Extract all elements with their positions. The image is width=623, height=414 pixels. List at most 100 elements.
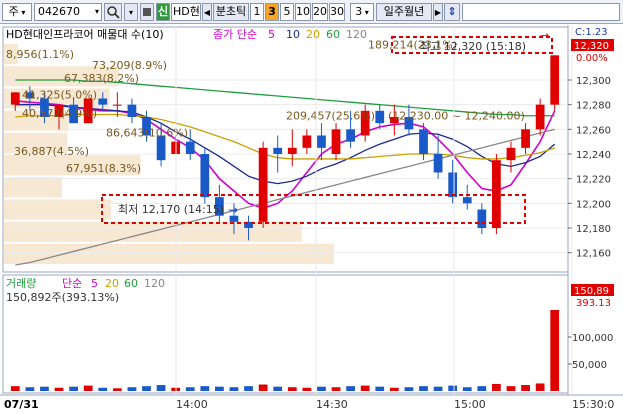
volume-bar [229, 387, 239, 391]
y-tick-label: 12,200 [576, 199, 611, 210]
volume-bar [433, 386, 443, 391]
interval-3-button[interactable]: 3 [265, 3, 279, 21]
candle-body [419, 129, 428, 154]
x-tick-label: 14:30 [316, 398, 348, 411]
current-label: C:1.23 [575, 27, 608, 38]
volume-bar [419, 386, 428, 391]
volume-profile-bar [4, 199, 111, 220]
range-button[interactable]: 일주월년 [376, 3, 432, 21]
low-note: 최저 12,170 (14:15) [118, 203, 224, 216]
volume-bar [98, 387, 108, 391]
interval-type-button[interactable]: 분초틱 [213, 3, 249, 21]
stock-code-value: 042670 [38, 5, 80, 18]
y-tick-label: 12,160 [576, 249, 611, 260]
volume-bar [506, 386, 516, 391]
volume-bar [83, 385, 93, 391]
blank-input[interactable] [462, 3, 620, 21]
search-icon[interactable] [104, 3, 122, 21]
x-tick-label: 15:30:0 [572, 398, 614, 411]
volume-profile-label: 209,457(25.6%) [286, 110, 375, 123]
volume-profile-label: 40,572(4.9%) [22, 107, 97, 120]
period-select[interactable]: 3 ▾ [350, 3, 374, 21]
market-select[interactable]: 주 ▾ [2, 3, 32, 21]
candle-body [317, 135, 326, 148]
volume-profile-label: 67,383(8.2%) [64, 72, 139, 85]
interval-20-button[interactable]: 20 [312, 3, 328, 21]
chart-area: 8,956(1.1%) 73,209(8.9%)67,383(8.2%) 41,32… [0, 25, 623, 414]
candle-body [506, 147, 516, 161]
volume-bar [215, 386, 224, 391]
candle-body [287, 147, 297, 154]
y-tick-label: 12,280 [576, 101, 611, 112]
candle-body [462, 197, 472, 204]
current-ratio: 393.13 [576, 298, 611, 309]
volume-ma-60: 60 [124, 277, 138, 290]
volume-bar [10, 386, 20, 391]
ma-period-60: 60 [326, 28, 340, 41]
candle-body [375, 110, 385, 124]
x-tick-label: 15:00 [454, 398, 486, 411]
y-tick-label: 12,260 [576, 125, 611, 136]
prev-arrow-icon[interactable]: ◀ [202, 3, 212, 21]
volume-bar [346, 386, 355, 391]
candle-body [200, 154, 210, 198]
candle-body [433, 154, 443, 173]
volume-bar [389, 387, 399, 391]
volume-value-note: 150,892주(393.13%) [6, 291, 119, 304]
volume-bar [258, 384, 268, 391]
volume-profile-bar [4, 243, 334, 264]
candle-body [127, 104, 137, 117]
volume-ma-label: 단순 [62, 277, 82, 290]
volume-bar [156, 385, 166, 391]
volume-profile-label: 36,887(4.5%) [14, 145, 89, 158]
volume-bar [492, 383, 501, 391]
candle-body [98, 98, 108, 105]
dropdown-icon[interactable]: ▾ [124, 3, 138, 21]
market-label: 주 [8, 5, 19, 18]
stock-code-input[interactable]: 042670 ▾ [34, 3, 102, 21]
volume-bar [360, 385, 370, 391]
candle-body [10, 92, 20, 105]
updown-arrow-icon[interactable]: ⇕ [444, 3, 460, 21]
stop-icon[interactable] [140, 3, 154, 21]
interval-5-button[interactable]: 5 [280, 3, 294, 21]
volume-tick-label: 50,000 [572, 360, 607, 371]
y-tick-label: 12,180 [576, 224, 611, 235]
volume-bar [200, 386, 210, 391]
high-note: 최고 12,320 (15:18) [420, 40, 526, 53]
candle-body [477, 209, 487, 228]
interval-30-button[interactable]: 30 [329, 3, 345, 21]
volume-profile-range: (12,230.00 ~ 12,240.00) [388, 110, 525, 123]
volume-bar [142, 386, 151, 391]
y-tick-label: 12,300 [576, 76, 611, 87]
y-tick-label: 12,220 [576, 175, 611, 186]
interval-10-button[interactable]: 10 [295, 3, 311, 21]
volume-profile-label: 41,325(5.0%) [22, 89, 97, 102]
volume-bar [273, 386, 283, 391]
volume-bar [375, 386, 385, 391]
volume-ma-120: 120 [144, 277, 165, 290]
volume-bar [404, 387, 414, 391]
volume-bar [244, 386, 253, 391]
candle-body [448, 172, 458, 198]
interval-1-button[interactable]: 1 [250, 3, 264, 21]
change-pct: 0.00% [576, 53, 608, 64]
ma-label: 종가 단순 [213, 28, 257, 41]
volume-bar [112, 388, 122, 391]
low-arrow-icon: → [228, 203, 238, 217]
volume-bar [287, 387, 297, 391]
volume-bar [69, 386, 78, 391]
candle-body [185, 141, 195, 154]
volume-bar [331, 387, 341, 391]
candle-body [535, 104, 545, 130]
signal-button[interactable]: 신 [156, 3, 170, 21]
volume-bar [54, 387, 64, 391]
volume-bar [535, 383, 545, 391]
candle-body [331, 129, 341, 154]
volume-bar [317, 386, 326, 391]
volume-tick-label: 100,000 [572, 333, 613, 344]
next-arrow-icon[interactable]: ▶ [433, 3, 443, 21]
volume-bar [550, 310, 560, 391]
volume-bar [185, 387, 195, 391]
volume-bar [462, 387, 472, 391]
